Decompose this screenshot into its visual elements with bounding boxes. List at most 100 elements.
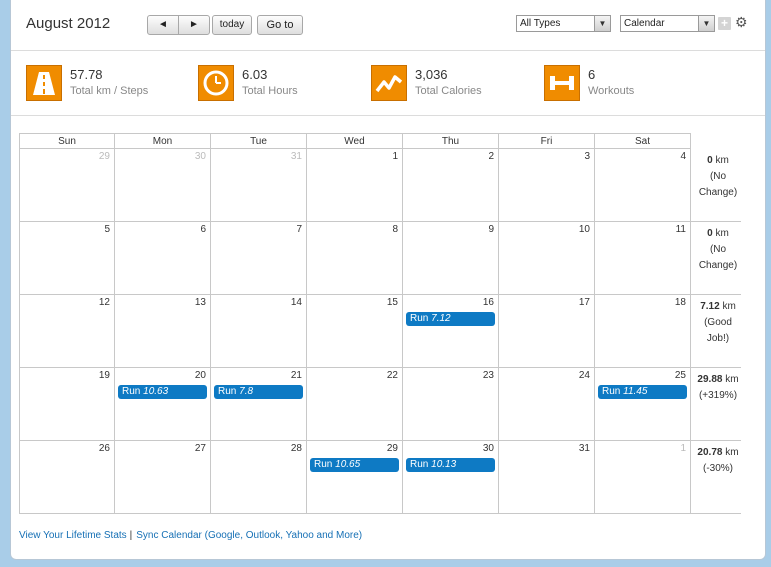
calendar-day-cell[interactable]: 12 (19, 295, 115, 368)
calendar-day-cell[interactable]: 24 (499, 368, 595, 441)
workout-event[interactable]: Run 7.12 (406, 312, 495, 326)
calendar-day-cell[interactable]: 15 (307, 295, 403, 368)
gear-icon[interactable]: ⚙ (735, 14, 748, 31)
today-button[interactable]: today (212, 15, 252, 35)
chevron-down-icon: ▼ (698, 16, 714, 31)
day-number: 31 (578, 443, 590, 454)
week-total: 0 (707, 228, 713, 239)
calendar-day-cell[interactable]: 8 (307, 222, 403, 295)
day-of-week-header: Sat (595, 133, 691, 149)
day-number: 1 (680, 443, 686, 454)
calendar-day-cell[interactable]: 30 Run 10.13 (403, 441, 499, 514)
calendar-day-cell[interactable]: 31 (499, 441, 595, 514)
calendar-day-cell[interactable]: 20 Run 10.63 (115, 368, 211, 441)
event-type: Run (122, 386, 141, 397)
day-number: 29 (386, 443, 398, 454)
calendar-day-cell[interactable]: 22 (307, 368, 403, 441)
event-distance: 10.63 (143, 386, 169, 397)
calendar-day-cell[interactable]: 23 (403, 368, 499, 441)
calendar-day-cell[interactable]: 7 (211, 222, 307, 295)
day-number: 6 (200, 224, 206, 235)
day-of-week-header: Wed (307, 133, 403, 149)
day-number: 14 (290, 297, 302, 308)
week-summary: 0 km (No Change) (693, 226, 743, 274)
calendar-day-cell[interactable]: 31 (211, 149, 307, 222)
day-number: 1 (392, 151, 398, 162)
day-number: 30 (482, 443, 494, 454)
week-unit: km (715, 228, 729, 239)
sync-calendar-link[interactable]: Sync Calendar (Google, Outlook, Yahoo an… (136, 530, 362, 541)
calendar-day-cell[interactable]: 17 (499, 295, 595, 368)
calendar-day-cell[interactable]: 14 (211, 295, 307, 368)
day-number: 22 (386, 370, 398, 381)
workout-event[interactable]: Run 11.45 (598, 385, 687, 399)
week-summary: 29.88 km (+319%) (693, 372, 743, 404)
week-unit: km (722, 301, 736, 312)
clock-icon (198, 65, 234, 101)
event-distance: 10.65 (335, 459, 361, 470)
calendar-day-cell[interactable]: 29 (19, 149, 115, 222)
day-number: 15 (386, 297, 398, 308)
calendar-day-cell[interactable]: 4 (595, 149, 691, 222)
calendar-day-cell[interactable]: 1 (307, 149, 403, 222)
week-summary: 20.78 km (-30%) (693, 445, 743, 477)
day-number: 24 (578, 370, 590, 381)
day-number: 10 (578, 224, 590, 235)
event-type: Run (314, 459, 333, 470)
calendar-day-cell[interactable]: 18 (595, 295, 691, 368)
stat-label: Total km / Steps (70, 85, 149, 97)
event-distance: 10.13 (431, 459, 457, 470)
next-month-button[interactable]: ► (178, 15, 210, 35)
calendar-day-cell[interactable]: 5 (19, 222, 115, 295)
workout-event[interactable]: Run 10.65 (310, 458, 399, 472)
calendar-day-cell[interactable]: 9 (403, 222, 499, 295)
calendar-day-cell[interactable]: 1 (595, 441, 691, 514)
week-total: 7.12 (700, 301, 720, 312)
day-number: 4 (680, 151, 686, 162)
day-number: 8 (392, 224, 398, 235)
week-total: 20.78 (697, 447, 723, 458)
calendar-day-cell[interactable]: 16 Run 7.12 (403, 295, 499, 368)
event-type: Run (218, 386, 237, 397)
lifetime-stats-link[interactable]: View Your Lifetime Stats (19, 530, 127, 541)
workout-event[interactable]: Run 10.63 (118, 385, 207, 399)
types-select[interactable]: All Types ▼ (516, 15, 611, 32)
calendar-day-cell[interactable]: 27 (115, 441, 211, 514)
calendar-day-cell[interactable]: 26 (19, 441, 115, 514)
prev-month-button[interactable]: ◄ (147, 15, 179, 35)
day-number: 19 (98, 370, 110, 381)
stats-bar: 57.78 Total km / Steps 6.03 Total Hours … (11, 51, 765, 116)
day-number: 9 (488, 224, 494, 235)
view-select[interactable]: Calendar ▼ (620, 15, 715, 32)
day-number: 31 (290, 151, 302, 162)
week-change: (Good Job!) (704, 317, 732, 344)
week-unit: km (715, 155, 729, 166)
calendar-day-cell[interactable]: 21 Run 7.8 (211, 368, 307, 441)
calendar-day-cell[interactable]: 3 (499, 149, 595, 222)
week-total: 0 (707, 155, 713, 166)
day-number: 12 (98, 297, 110, 308)
day-of-week-header: Tue (211, 133, 307, 149)
plus-icon[interactable]: + (718, 17, 731, 30)
workout-event[interactable]: Run 7.8 (214, 385, 303, 399)
stat-label: Total Hours (242, 85, 298, 97)
calendar-day-cell[interactable]: 19 (19, 368, 115, 441)
calendar-day-cell[interactable]: 11 (595, 222, 691, 295)
calendar-day-cell[interactable]: 28 (211, 441, 307, 514)
day-number: 3 (584, 151, 590, 162)
calendar-day-cell[interactable]: 30 (115, 149, 211, 222)
calendar-day-cell[interactable]: 6 (115, 222, 211, 295)
calendar-day-cell[interactable]: 2 (403, 149, 499, 222)
calendar-day-cell[interactable]: 25 Run 11.45 (595, 368, 691, 441)
event-type: Run (410, 313, 429, 324)
page-title: August 2012 (26, 15, 111, 32)
day-number: 2 (488, 151, 494, 162)
day-number: 27 (194, 443, 206, 454)
week-change: (No Change) (698, 171, 738, 198)
calendar-day-cell[interactable]: 10 (499, 222, 595, 295)
workout-event[interactable]: Run 10.13 (406, 458, 495, 472)
calendar-day-cell[interactable]: 29 Run 10.65 (307, 441, 403, 514)
goto-button[interactable]: Go to (257, 15, 303, 35)
calendar-day-cell[interactable]: 13 (115, 295, 211, 368)
summary-divider (691, 367, 741, 368)
